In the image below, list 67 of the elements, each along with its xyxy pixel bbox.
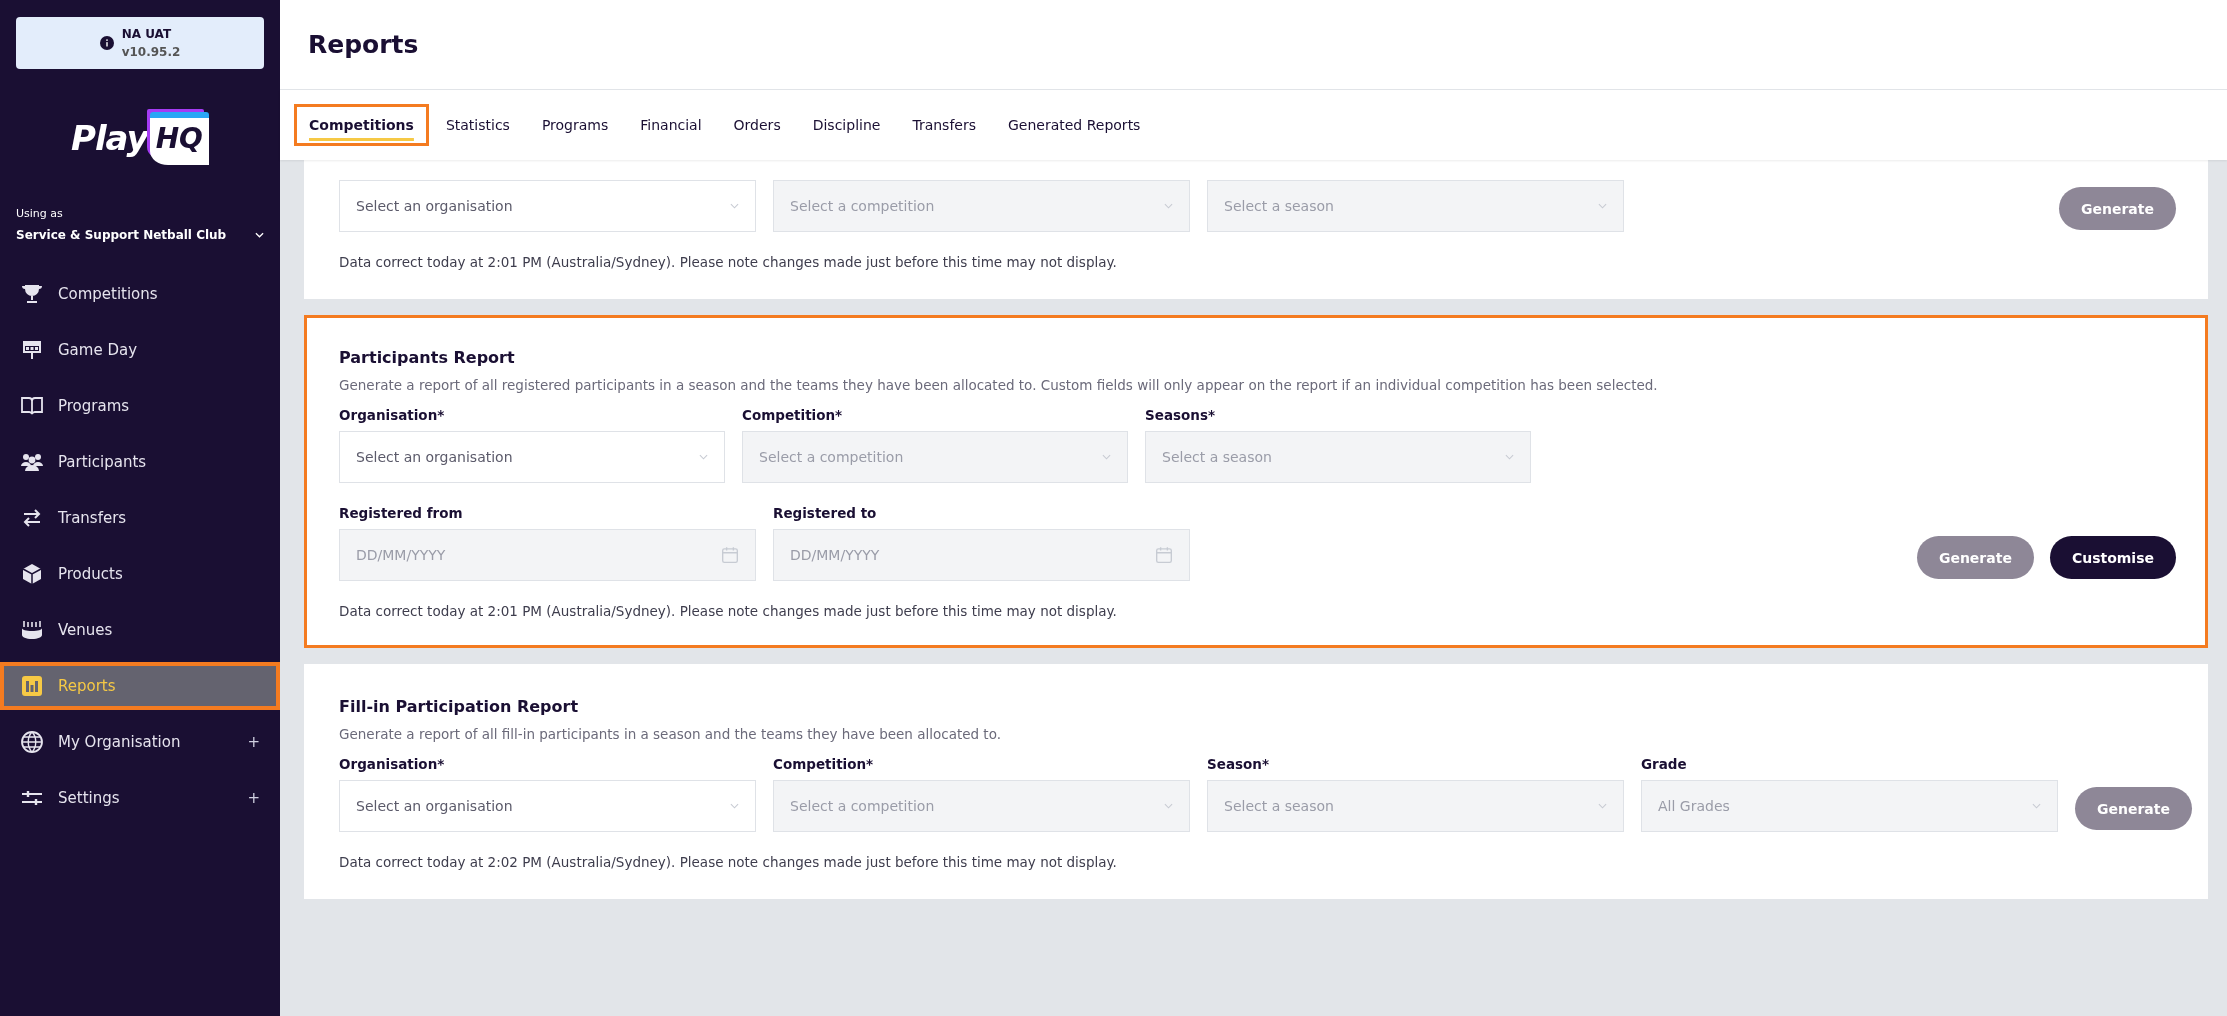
chart-icon xyxy=(20,674,44,698)
expand-sign: + xyxy=(247,789,260,807)
tab[interactable]: Generated Reports xyxy=(993,104,1156,146)
nav-item[interactable]: Competitions xyxy=(0,270,280,318)
data-freshness-note: Data correct today at 2:01 PM (Australia/Sydney). Please note changes made just before this time may not display. xyxy=(339,254,1118,270)
field-label: Grade xyxy=(1641,756,1688,772)
chevron-down-icon xyxy=(1598,203,1607,209)
tab[interactable]: Financial xyxy=(625,104,717,146)
field-label: Seasons* xyxy=(1145,407,1216,423)
field-label: Organisation* xyxy=(339,756,446,772)
report-title: Participants Report xyxy=(339,348,516,367)
nav-item[interactable]: Game Day xyxy=(0,326,280,374)
tab[interactable]: Programs xyxy=(526,104,624,146)
data-freshness-note: Data correct today at 2:01 PM (Australia/Sydney). Please note changes made just before this time may not display. xyxy=(339,603,1118,619)
field-label: Registered from xyxy=(339,505,464,521)
chevron-down-icon xyxy=(730,803,739,809)
nav-item[interactable]: Transfers xyxy=(0,494,280,542)
field-label: Competition* xyxy=(742,407,844,423)
chevron-down-icon xyxy=(1164,203,1173,209)
tab[interactable]: Orders xyxy=(718,104,796,146)
version-label: v10.95.2 xyxy=(121,44,181,61)
stadium-icon xyxy=(20,618,44,642)
chevron-down-icon xyxy=(1164,803,1173,809)
nav-item[interactable]: Products xyxy=(0,550,280,598)
chevron-down-icon xyxy=(1505,454,1514,460)
nav-item[interactable]: Participants xyxy=(0,438,280,486)
chevron-down-icon xyxy=(1102,454,1111,460)
data-freshness-note: Data correct today at 2:02 PM (Australia/Sydney). Please note changes made just before this time may not display. xyxy=(339,854,1118,870)
chevron-down-icon xyxy=(2032,803,2041,809)
chevron-down-icon xyxy=(730,203,739,209)
scoreboard-icon xyxy=(20,338,44,362)
tab[interactable]: Transfers xyxy=(897,104,991,146)
tab[interactable]: Competitions xyxy=(294,104,429,146)
field-label: Season* xyxy=(1207,756,1270,772)
calendar-icon xyxy=(721,546,739,564)
using-as-caption: Using as xyxy=(16,207,64,220)
nav-item[interactable]: Venues xyxy=(0,606,280,654)
chevron-down-icon xyxy=(1598,803,1607,809)
tab[interactable]: Discipline xyxy=(797,104,896,146)
nav-item[interactable]: Reports xyxy=(0,662,280,710)
calendar-icon xyxy=(1155,546,1173,564)
globe-icon xyxy=(20,730,44,754)
customise-button[interactable]: Customise xyxy=(2049,536,2176,579)
select-field[interactable]: Select an organisation xyxy=(339,780,756,832)
tab[interactable]: Statistics xyxy=(430,104,525,146)
report-description: Generate a report of all fill-in participants in a season and the teams they have been allocated to. xyxy=(339,726,1002,742)
logo-text: Play xyxy=(71,118,148,158)
info-icon xyxy=(99,36,114,50)
nav-item[interactable]: Settings + xyxy=(0,774,280,822)
report-title: Fill-in Participation Report xyxy=(339,697,580,716)
trophy-icon xyxy=(20,282,44,306)
field-label: Competition* xyxy=(773,756,875,772)
environment-name: NA UAT xyxy=(121,26,173,43)
select-field[interactable]: Select an organisation xyxy=(339,431,725,483)
nav-item[interactable]: My Organisation + xyxy=(0,718,280,766)
logo-shield: HQ xyxy=(149,111,209,165)
field-label: Organisation* xyxy=(339,407,446,423)
field-label: Registered to xyxy=(773,505,878,521)
chevron-down-icon xyxy=(699,454,708,460)
organisation-switcher[interactable]: Service & Support Netball Club xyxy=(16,228,264,242)
nav-item[interactable]: Programs xyxy=(0,382,280,430)
box-icon xyxy=(20,562,44,586)
page-title: Reports xyxy=(308,30,419,59)
select-field[interactable]: Select an organisation xyxy=(339,180,756,232)
report-description: Generate a report of all registered participants in a season and the teams they have been allocated to. Custom fields will only appear on the report if an individual competition has been selected. xyxy=(339,377,1659,393)
expand-sign: + xyxy=(247,733,260,751)
chevron-down-icon xyxy=(255,232,264,238)
